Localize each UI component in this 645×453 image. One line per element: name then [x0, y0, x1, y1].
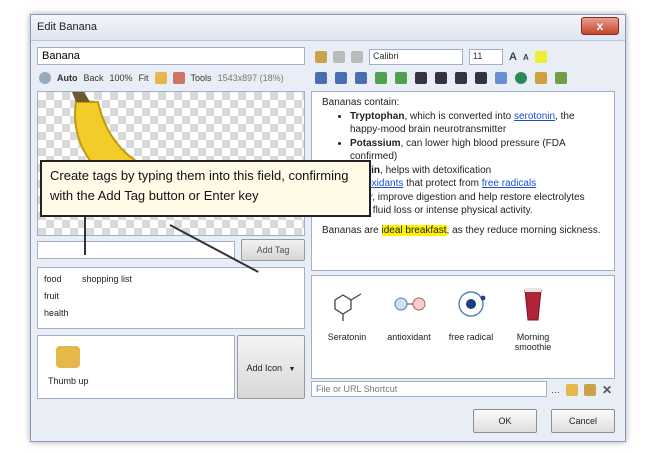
more-options-icon[interactable]: … — [551, 385, 560, 395]
free-radical-icon — [458, 291, 486, 317]
link-icon[interactable] — [515, 72, 527, 84]
name-input[interactable] — [37, 47, 305, 65]
folder-icon[interactable] — [154, 72, 167, 84]
tag-item[interactable]: food — [44, 274, 62, 284]
back-button[interactable]: Back — [84, 73, 104, 83]
attachment-item[interactable]: antioxidant — [378, 286, 440, 342]
paste-icon[interactable] — [315, 51, 327, 63]
title-bar: Edit Banana x — [31, 15, 625, 41]
add-icon-button[interactable]: Add Icon ▼ — [237, 335, 305, 399]
clear-icon[interactable]: ✕ — [602, 383, 612, 397]
list-item: Fiber, improve digestion and help restor… — [350, 191, 604, 218]
free-radicals-link[interactable]: free radicals — [482, 178, 536, 189]
list-item: antioxidants that protect from free radi… — [350, 177, 604, 191]
molecule-icon — [334, 293, 362, 321]
image-toolbar: Auto Back 100% Fit Tools 1543x897 (18%) — [39, 72, 284, 84]
thumb-up-icon[interactable] — [56, 346, 80, 368]
paste-url-icon[interactable] — [584, 384, 596, 396]
icons-box: Thumb up — [37, 335, 235, 399]
font-select[interactable]: Calibri — [369, 49, 463, 65]
add-icon-label: Add Icon — [246, 363, 283, 373]
clipboard-toolbar: Calibri 11 A A — [315, 49, 547, 65]
cancel-button[interactable]: Cancel — [551, 409, 615, 433]
align-left-icon[interactable] — [415, 72, 427, 84]
url-input[interactable] — [311, 381, 547, 397]
multilevel-list-icon[interactable] — [355, 72, 367, 84]
close-button[interactable]: x — [581, 17, 619, 35]
window-title: Edit Banana — [37, 21, 97, 33]
attachment-item[interactable]: free radical — [440, 286, 502, 342]
image-dimensions: 1543x897 (18%) — [217, 73, 284, 83]
tag-item[interactable]: fruit — [44, 291, 59, 301]
smoothie-icon — [524, 288, 542, 321]
zoom-100-button[interactable]: 100% — [110, 73, 133, 83]
url-toolbar: … ✕ — [551, 383, 612, 397]
serotonin-link[interactable]: serotonin — [514, 111, 555, 122]
align-right-icon[interactable] — [455, 72, 467, 84]
list-item: Potassium, can lower high blood pressure… — [350, 137, 604, 164]
highlighted-text: ideal breakfast — [381, 224, 447, 236]
benefits-list: Tryptophan, which is converted into sero… — [350, 110, 604, 218]
tag-item[interactable]: shopping list — [82, 274, 132, 284]
cut-icon[interactable] — [333, 51, 345, 63]
bullet-list-icon[interactable] — [315, 72, 327, 84]
callout-pointer-line — [84, 217, 86, 255]
highlight-icon[interactable] — [534, 51, 547, 63]
add-tag-button[interactable]: Add Tag — [241, 239, 305, 261]
justify-icon[interactable] — [475, 72, 487, 84]
thumb-up-label: Thumb up — [48, 376, 89, 386]
zoom-icon[interactable] — [39, 72, 51, 84]
outdent-icon[interactable] — [395, 72, 407, 84]
tag-list: food shopping list fruit health — [37, 267, 305, 329]
editor-intro: Bananas contain: — [322, 97, 400, 108]
tools-menu[interactable]: Tools — [191, 73, 212, 83]
numbered-list-icon[interactable] — [335, 72, 347, 84]
paragraph-toolbar — [315, 72, 567, 84]
list-item: Pectin, helps with detoxification — [350, 164, 604, 178]
attachment-item[interactable]: Morning smoothie — [502, 286, 564, 352]
tutorial-callout: Create tags by typing them into this fie… — [40, 160, 371, 217]
image-insert-icon[interactable] — [535, 72, 547, 84]
align-center-icon[interactable] — [435, 72, 447, 84]
font-size-select[interactable]: 11 — [469, 49, 503, 65]
folder-open-icon[interactable] — [566, 384, 578, 396]
attachment-item[interactable]: Seratonin — [316, 286, 378, 342]
copy-icon[interactable] — [351, 51, 363, 63]
ok-button[interactable]: OK — [473, 409, 537, 433]
chevron-down-icon: ▼ — [288, 366, 296, 373]
table-icon[interactable] — [495, 72, 507, 84]
tag-item[interactable]: health — [44, 308, 69, 318]
auto-button[interactable]: Auto — [57, 73, 78, 83]
picture-icon[interactable] — [555, 72, 567, 84]
shrink-font-icon[interactable]: A — [523, 53, 529, 62]
list-item: Tryptophan, which is converted into sero… — [350, 110, 604, 137]
attachments-pane: Seratonin antioxidant free radical Morni… — [311, 275, 615, 379]
antioxidant-icon — [394, 297, 426, 311]
fit-button[interactable]: Fit — [139, 73, 149, 83]
closing-line: Bananas are ideal breakfast, as they red… — [322, 224, 601, 236]
tools-icon — [172, 72, 185, 84]
grow-font-icon[interactable]: A — [509, 51, 517, 63]
edit-dialog: Edit Banana x Auto Back 100% Fit Tools 1… — [30, 14, 626, 442]
indent-icon[interactable] — [375, 72, 387, 84]
